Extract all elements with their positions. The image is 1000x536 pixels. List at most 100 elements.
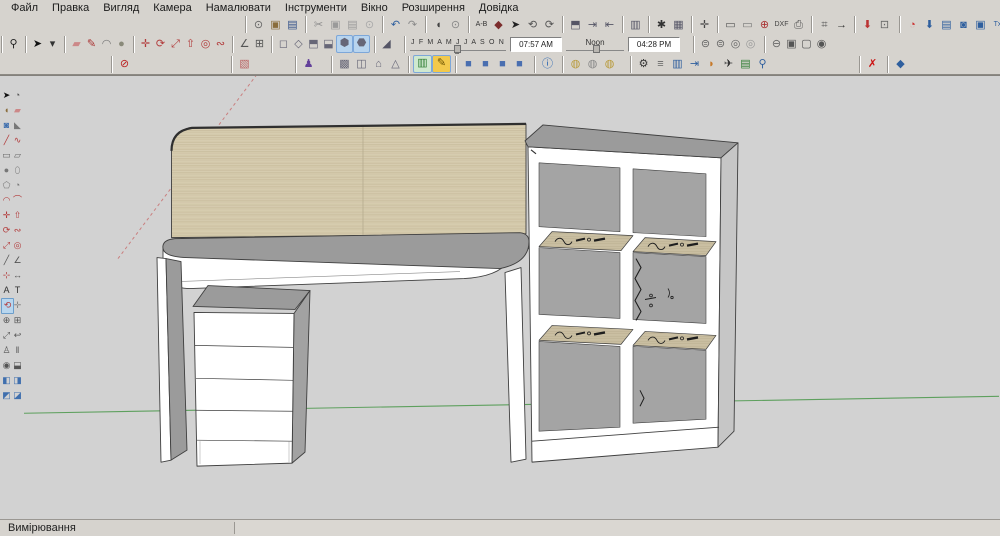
previous-view-tool-icon[interactable]: ↩ bbox=[12, 328, 23, 342]
menu-item-2[interactable]: Вигляд bbox=[96, 1, 146, 15]
shelf-unit[interactable] bbox=[524, 124, 739, 463]
section-plane-icon[interactable]: ⬒ bbox=[567, 17, 584, 33]
offset-tool-icon[interactable]: ◎ bbox=[12, 238, 23, 252]
magnifier-icon[interactable]: ⚲ bbox=[6, 36, 21, 52]
camera-icon[interactable]: ⌗ bbox=[816, 17, 833, 33]
axes-grid-icon[interactable]: ⊞ bbox=[252, 36, 267, 52]
print-icon[interactable]: ⎙ bbox=[790, 17, 807, 33]
sphere-gold-1-icon[interactable]: ◍ bbox=[567, 56, 584, 72]
circle-tool-icon[interactable]: ● bbox=[1, 163, 12, 177]
scene-blue-2-tool-icon[interactable]: ◨ bbox=[12, 373, 23, 387]
tx-filter-icon[interactable]: Tx bbox=[989, 17, 1000, 33]
two-point-arc-tool-icon[interactable]: ⌒ bbox=[12, 193, 23, 207]
move-icon[interactable]: ✛ bbox=[138, 36, 153, 52]
no-entry-red-icon[interactable]: ⊘ bbox=[116, 56, 133, 72]
dxf-export-icon[interactable]: DXF bbox=[773, 17, 790, 33]
lock-blue-icon[interactable]: ▣ bbox=[972, 17, 989, 33]
section-plane-tool-tool-icon[interactable]: ⬓ bbox=[12, 358, 23, 372]
dimensions-tool-icon[interactable]: ↔ bbox=[12, 268, 23, 282]
follow-me-icon[interactable]: ∾ bbox=[213, 36, 228, 52]
select-icon[interactable]: ➤ bbox=[30, 36, 45, 52]
pan-tool-icon[interactable]: ✛ bbox=[12, 298, 23, 312]
protractor-icon[interactable]: ∠ bbox=[237, 36, 252, 52]
down-blue-icon[interactable]: ⬇ bbox=[921, 17, 938, 33]
cone-tool-icon[interactable]: ◣ bbox=[12, 118, 23, 132]
rotate-tool-icon[interactable]: ⟳ bbox=[1, 223, 12, 237]
section-cut-icon[interactable]: ⇤ bbox=[601, 17, 618, 33]
look-around-tool-icon[interactable]: ◉ bbox=[1, 358, 12, 372]
sphere-gray-icon[interactable]: ◍ bbox=[584, 56, 601, 72]
follow-me-tool-icon[interactable]: ∾ bbox=[12, 223, 23, 237]
photo-blue-icon[interactable]: ◙ bbox=[955, 17, 972, 33]
solid-outline-icon[interactable]: ◇ bbox=[291, 36, 306, 52]
walk-tool-icon[interactable]: ‖ bbox=[12, 343, 23, 357]
record-dot-icon[interactable]: ⊡ bbox=[876, 17, 893, 33]
circle-shape-icon[interactable]: ● bbox=[114, 36, 129, 52]
shadow-start-time-field[interactable]: 07:57 AM bbox=[510, 36, 562, 52]
rotate-view-icon[interactable]: ⟳ bbox=[541, 17, 558, 33]
shadow-dark-icon[interactable]: ◎ bbox=[728, 36, 743, 52]
select-dropdown-icon[interactable]: ▾ bbox=[45, 36, 60, 52]
tape-measure-tool-icon[interactable]: ╱ bbox=[1, 253, 12, 267]
arc-icon[interactable]: ◠ bbox=[99, 36, 114, 52]
position-camera-tool-icon[interactable]: ♙ bbox=[1, 343, 12, 357]
drawer-unit[interactable] bbox=[192, 285, 311, 467]
model-canvas[interactable] bbox=[0, 75, 1000, 520]
text-tool-icon[interactable]: A bbox=[1, 283, 12, 297]
zoom-extents-tool-icon[interactable]: ⤢ bbox=[1, 328, 12, 342]
menu-item-1[interactable]: Правка bbox=[45, 1, 96, 15]
model-info-icon[interactable]: ⊙ bbox=[250, 17, 267, 33]
menu-item-4[interactable]: Намалювати bbox=[199, 1, 278, 15]
delete-x-red-icon[interactable]: ✗ bbox=[864, 56, 881, 72]
drawer-side[interactable] bbox=[291, 290, 311, 464]
cube-blue-yellow-icon[interactable]: ◆ bbox=[892, 56, 909, 72]
wood-leaf-icon[interactable]: ◗ bbox=[703, 56, 720, 72]
yellow-pencil-icon[interactable]: ✎ bbox=[432, 55, 451, 73]
arc-tool-icon[interactable]: ◠ bbox=[1, 193, 12, 207]
drawer-front[interactable] bbox=[193, 312, 295, 467]
home-iso-icon[interactable]: ⌂ bbox=[370, 56, 387, 72]
jointer-dark-icon[interactable]: ✈ bbox=[720, 56, 737, 72]
unlock-icon[interactable]: ▢ bbox=[799, 36, 814, 52]
scene-square-2-icon[interactable]: ■ bbox=[477, 56, 494, 72]
eraser-icon[interactable]: ▰ bbox=[69, 36, 84, 52]
solid-box-icon[interactable]: ◻ bbox=[276, 36, 291, 52]
desk-back-panel[interactable] bbox=[171, 123, 527, 239]
cnc-machine-icon[interactable]: ⚙ bbox=[635, 56, 652, 72]
columns-view-icon[interactable]: ▥ bbox=[627, 17, 644, 33]
paint-bucket-icon[interactable]: ◖ bbox=[430, 17, 447, 33]
section-fill-icon[interactable]: ⇥ bbox=[584, 17, 601, 33]
select-arrow-icon[interactable]: ➤ bbox=[507, 17, 524, 33]
select-tool-icon[interactable]: ➤ bbox=[1, 88, 12, 102]
save-model-icon[interactable]: ▤ bbox=[284, 17, 301, 33]
clock-red-icon[interactable]: ◔ bbox=[904, 17, 921, 33]
export-page-icon[interactable]: ▤ bbox=[938, 17, 955, 33]
freehand-tool-icon[interactable]: ∿ bbox=[12, 133, 23, 147]
scene-square-1-icon[interactable]: ■ bbox=[460, 56, 477, 72]
ab-label-icon[interactable]: A-B bbox=[473, 17, 490, 33]
tag-icon[interactable]: ◆ bbox=[490, 17, 507, 33]
menu-item-7[interactable]: Розширення bbox=[395, 1, 472, 15]
paste-icon[interactable]: ▤ bbox=[344, 17, 361, 33]
sphere-gold-2-icon[interactable]: ◍ bbox=[601, 56, 618, 72]
menu-item-5[interactable]: Інструменти bbox=[278, 1, 354, 15]
undo-icon[interactable]: ↶ bbox=[387, 17, 404, 33]
push-pull-icon[interactable]: ⇧ bbox=[183, 36, 198, 52]
scene-blue-4-tool-icon[interactable]: ◪ bbox=[12, 388, 23, 402]
scene-blue-3-tool-icon[interactable]: ◩ bbox=[1, 388, 12, 402]
image-tool-icon[interactable]: ▧ bbox=[236, 56, 253, 72]
scale-icon[interactable]: ⤢ bbox=[168, 36, 183, 52]
solid-union-icon[interactable]: ⬒ bbox=[306, 36, 321, 52]
eraser-tool-icon[interactable]: ▰ bbox=[12, 103, 23, 117]
gear-icon[interactable]: ✱ bbox=[653, 17, 670, 33]
download-red-icon[interactable]: ⬇ bbox=[859, 17, 876, 33]
scene-square-3-icon[interactable]: ■ bbox=[494, 56, 511, 72]
zoom-window-tool-icon[interactable]: ⊞ bbox=[12, 313, 23, 327]
paste-in-place-icon[interactable]: ⊙ bbox=[361, 17, 378, 33]
shadow-ground-icon[interactable]: ⊜ bbox=[713, 36, 728, 52]
rotated-rect-tool-icon[interactable]: ▱ bbox=[12, 148, 23, 162]
scale-tool-icon[interactable]: ⤢ bbox=[1, 238, 12, 252]
hide-eye-icon[interactable]: ◉ bbox=[814, 36, 829, 52]
shelf-right-side[interactable] bbox=[717, 142, 739, 448]
push-pull-tool-icon[interactable]: ⇧ bbox=[12, 208, 23, 222]
